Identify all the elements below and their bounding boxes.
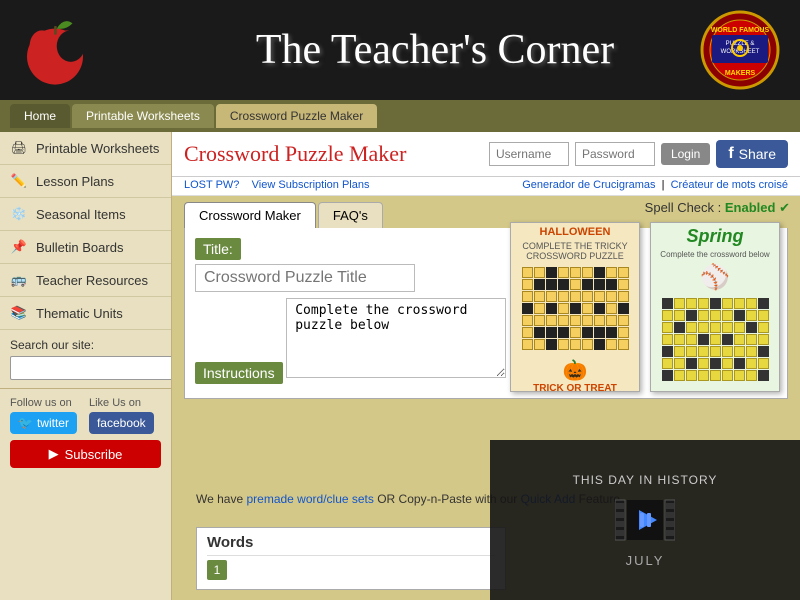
subscribe-button[interactable]: ▶ Subscribe [10, 440, 161, 468]
header: The Teacher's Corner WORLD FAMOUS PUZZLE… [0, 0, 800, 100]
instructions-textarea[interactable]: Complete the crossword puzzle below [286, 298, 506, 378]
like-label: Like Us on [89, 397, 154, 409]
username-input[interactable] [489, 142, 569, 166]
generador-link[interactable]: Generador de Crucigramas [522, 179, 655, 191]
history-play-icon[interactable] [615, 495, 675, 545]
word-row-1: 1 [207, 560, 495, 580]
follow-label: Follow us on [10, 397, 77, 409]
history-title: THIS DAY IN HISTORY [573, 473, 718, 487]
page-title: Crossword Puzzle Maker [184, 141, 406, 167]
printer-icon: 🖨 [10, 139, 28, 157]
words-section: Words 1 [196, 527, 506, 590]
nav-printable[interactable]: Printable Worksheets [72, 104, 214, 128]
pin-icon: 📌 [10, 238, 28, 256]
follow-group: Follow us on 🐦 twitter [10, 397, 77, 434]
book-icon: 📚 [10, 304, 28, 322]
pumpkin-icon: 🎃 [563, 358, 588, 383]
search-label: Search our site: [10, 338, 161, 352]
page-title-bar: Crossword Puzzle Maker Login f Share [172, 132, 800, 177]
spring-preview: Spring Complete the crossword below ⚾ co… [650, 222, 780, 392]
tab-faq[interactable]: FAQ's [318, 202, 383, 228]
premade-link[interactable]: premade word/clue sets [246, 492, 373, 506]
apple-logo [20, 10, 90, 90]
main-layout: 🖨 Printable Worksheets ✏️ Lesson Plans ❄… [0, 132, 800, 600]
word-number: 1 [207, 560, 227, 580]
snowflake-icon: ❄️ [10, 205, 28, 223]
sidebar-item-bulletin[interactable]: 📌 Bulletin Boards [0, 231, 171, 264]
sub-links: LOST PW? View Subscription Plans Generad… [172, 177, 800, 196]
social-section: Follow us on 🐦 twitter Like Us on facebo… [0, 389, 171, 476]
subscription-link[interactable]: View Subscription Plans [252, 179, 370, 191]
password-input[interactable] [575, 142, 655, 166]
halloween-preview: HALLOWEEN COMPLETE THE TRICKY CROSSWORD … [510, 222, 640, 392]
facebook-f-icon: f [728, 145, 733, 163]
lost-pw-link[interactable]: LOST PW? [184, 179, 239, 191]
navbar: Home Printable Worksheets Crossword Puzz… [0, 100, 800, 132]
twitter-icon: 🐦 [18, 416, 33, 430]
history-date: JULY [626, 553, 665, 568]
pencil-icon: ✏️ [10, 172, 28, 190]
createur-link[interactable]: Créateur de mots croisé [671, 179, 788, 191]
login-area: Login f Share [489, 140, 788, 168]
sidebar-item-teacher[interactable]: 🚌 Teacher Resources [0, 264, 171, 297]
preview-area: HALLOWEEN COMPLETE THE TRICKY CROSSWORD … [490, 212, 800, 462]
nav-crossword[interactable]: Crossword Puzzle Maker [216, 104, 377, 128]
header-title: The Teacher's Corner [90, 26, 780, 74]
login-button[interactable]: Login [661, 143, 710, 165]
halloween-title: HALLOWEEN [537, 223, 614, 241]
spring-title: Spring [684, 223, 747, 250]
sidebar: 🖨 Printable Worksheets ✏️ Lesson Plans ❄… [0, 132, 172, 600]
share-button[interactable]: f Share [716, 140, 788, 168]
bus-icon: 🚌 [10, 271, 28, 289]
words-title: Words [207, 534, 495, 556]
title-label: Title: [195, 238, 241, 260]
svg-text:WORLD FAMOUS: WORLD FAMOUS [711, 27, 770, 34]
nav-home[interactable]: Home [10, 104, 70, 128]
content-area: Crossword Puzzle Maker Login f Share LOS… [172, 132, 800, 600]
facebook-button[interactable]: facebook [89, 412, 154, 434]
sidebar-item-printable[interactable]: 🖨 Printable Worksheets [0, 132, 171, 165]
instructions-label: Instructions [195, 362, 283, 384]
tab-crossword-maker[interactable]: Crossword Maker [184, 202, 316, 228]
like-group: Like Us on facebook [89, 397, 154, 434]
twitter-button[interactable]: 🐦 twitter [10, 412, 77, 434]
title-input[interactable] [195, 264, 415, 292]
history-overlay: THIS DAY IN HISTORY [490, 440, 800, 600]
search-input[interactable] [10, 356, 172, 380]
sidebar-item-seasonal[interactable]: ❄️ Seasonal Items [0, 198, 171, 231]
play-icon: ▶ [49, 446, 59, 462]
search-section: Search our site: 🔍 [0, 330, 171, 389]
sidebar-item-lesson[interactable]: ✏️ Lesson Plans [0, 165, 171, 198]
svg-text:MAKERS: MAKERS [725, 70, 756, 77]
badge: WORLD FAMOUS PUZZLE & WORKSHEET MAKERS [700, 10, 780, 90]
baseball-icon: ⚾ [700, 263, 730, 292]
sidebar-item-thematic[interactable]: 📚 Thematic Units [0, 297, 171, 330]
